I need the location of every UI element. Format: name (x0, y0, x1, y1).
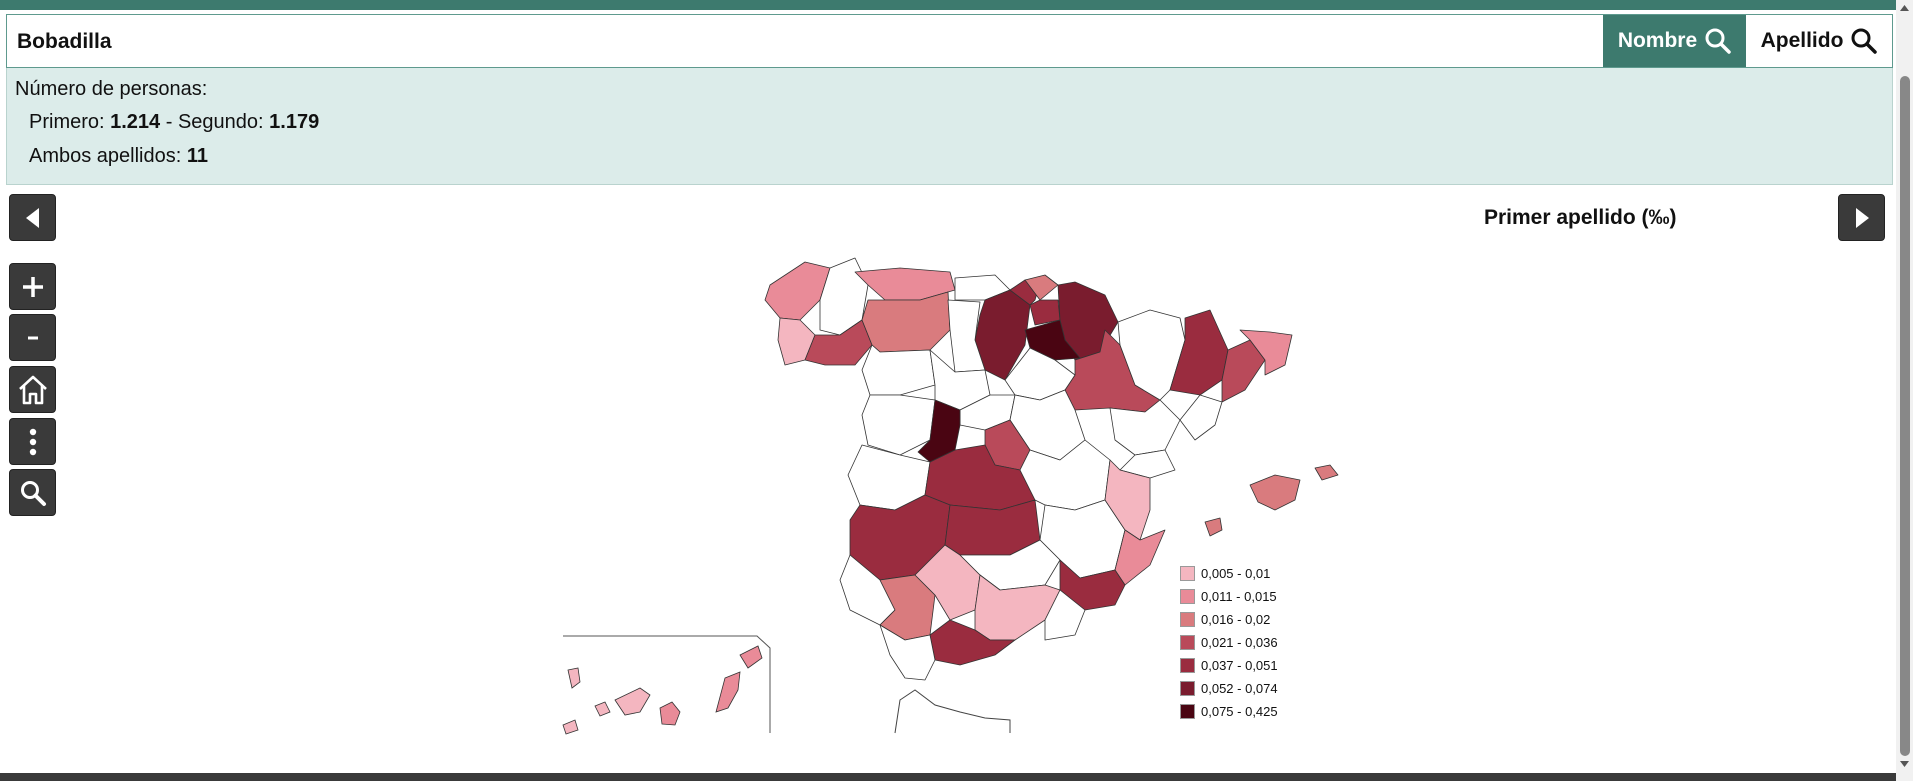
province-baleares-ibiza (1204, 517, 1223, 537)
person-count-panel: Número de personas: Primero: 1.214 - Seg… (6, 68, 1893, 185)
minus-icon (27, 336, 38, 339)
apellido-label: Apellido (1760, 29, 1844, 52)
legend-item: 0,052 - 0,074 (1180, 677, 1278, 700)
legend-item: 0,037 - 0,051 (1180, 654, 1278, 677)
legend-swatch (1180, 681, 1195, 696)
map-search-button[interactable] (9, 469, 56, 516)
kebab-menu-icon (29, 428, 36, 455)
map-title: Primer apellido (‰) (1484, 206, 1677, 229)
zoom-in-button[interactable] (9, 263, 56, 310)
both-surnames-count: Ambos apellidos: 11 (29, 145, 208, 168)
search-icon (1851, 28, 1878, 54)
segundo-label: - Segundo: (160, 111, 270, 133)
legend-label: 0,005 - 0,01 (1201, 566, 1271, 581)
island-la-gomera (594, 701, 611, 717)
primero-value: 1.214 (110, 111, 161, 133)
legend-item: 0,011 - 0,015 (1180, 585, 1278, 608)
legend-swatch (1180, 635, 1195, 650)
legend-label: 0,021 - 0,036 (1201, 635, 1278, 650)
legend-item: 0,005 - 0,01 (1180, 562, 1278, 585)
apellido-search-button[interactable]: Apellido (1746, 15, 1892, 67)
island-fuerteventura (715, 671, 741, 713)
next-map-button[interactable] (1838, 194, 1885, 241)
island-la-palma (567, 667, 581, 689)
province-leon (861, 291, 951, 353)
home-view-button[interactable] (9, 366, 56, 413)
scrollbar-thumb[interactable] (1900, 76, 1910, 756)
scroll-down-arrow-icon[interactable] (1899, 760, 1910, 768)
province-tarragona (1179, 394, 1223, 441)
search-icon (20, 480, 46, 506)
province-zamora (861, 344, 936, 396)
legend-swatch (1180, 658, 1195, 673)
legend-swatch (1180, 704, 1195, 719)
legend-label: 0,016 - 0,02 (1201, 612, 1271, 627)
island-tenerife (614, 687, 651, 716)
canary-islands-inset (562, 635, 771, 735)
previous-map-button[interactable] (9, 194, 56, 241)
legend-item: 0,021 - 0,036 (1180, 631, 1278, 654)
island-gran-canaria (659, 701, 681, 726)
nombre-label: Nombre (1617, 29, 1698, 52)
legend-label: 0,037 - 0,051 (1201, 658, 1278, 673)
island-lanzarote (739, 645, 763, 669)
ambos-value: 11 (186, 145, 209, 167)
africa-coast (894, 689, 1011, 734)
legend-swatch (1180, 612, 1195, 627)
primero-label: Primero: (29, 111, 111, 133)
province-baleares-mallorca (1249, 474, 1301, 511)
map-legend: 0,005 - 0,01 0,011 - 0,015 0,016 - 0,02 … (1180, 562, 1278, 723)
zoom-out-button[interactable] (9, 314, 56, 361)
legend-label: 0,075 - 0,425 (1201, 704, 1278, 719)
scroll-up-arrow-icon[interactable] (1899, 4, 1910, 12)
island-el-hierro (562, 719, 579, 735)
segundo-value: 1.179 (269, 111, 320, 133)
legend-label: 0,011 - 0,015 (1201, 589, 1277, 604)
nombre-search-button[interactable]: Nombre (1603, 15, 1746, 67)
triangle-left-icon (25, 207, 39, 228)
plus-icon (22, 276, 43, 297)
home-icon (18, 375, 47, 404)
triangle-right-icon (1855, 207, 1869, 228)
person-count-title: Número de personas: (15, 78, 208, 100)
legend-swatch (1180, 589, 1195, 604)
search-icon (1705, 28, 1731, 54)
ambos-label: Ambos apellidos: (29, 145, 187, 167)
legend-item: 0,075 - 0,425 (1180, 700, 1278, 723)
first-second-counts: Primero: 1.214 - Segundo: 1.179 (29, 111, 319, 134)
province-baleares-menorca (1314, 464, 1339, 481)
more-options-button[interactable] (9, 418, 56, 465)
legend-swatch (1180, 566, 1195, 581)
surname-search-input[interactable] (15, 23, 1599, 61)
legend-label: 0,052 - 0,074 (1201, 681, 1278, 696)
search-bar: Nombre Apellido (6, 14, 1893, 68)
legend-item: 0,016 - 0,02 (1180, 608, 1278, 631)
top-bar (0, 0, 1913, 10)
bottom-bar (0, 773, 1896, 781)
